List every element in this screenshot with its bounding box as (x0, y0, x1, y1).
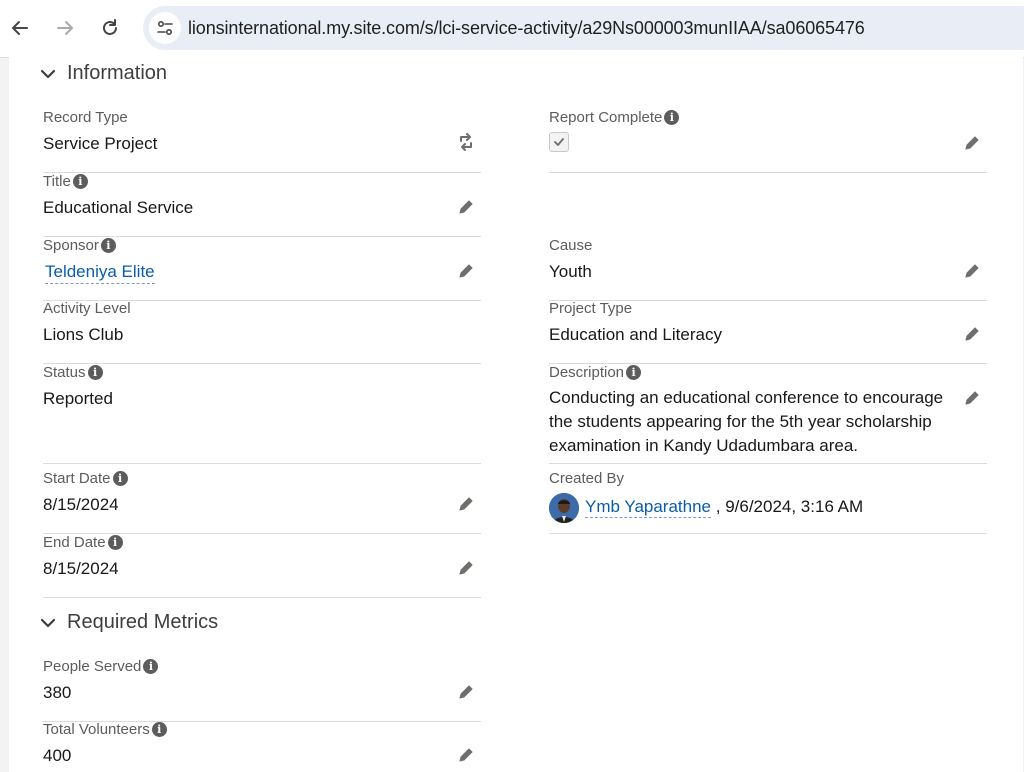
created-by-timestamp: 9/6/2024, 3:16 AM (725, 497, 864, 516)
forward-arrow-icon (57, 21, 73, 35)
created-by-separator: , (711, 497, 726, 516)
pencil-edit-icon[interactable] (963, 134, 981, 152)
field-label-text: Report Complete (549, 109, 663, 126)
field-project-type: Project Type Education and Literacy (549, 300, 987, 364)
field-label: Total Volunteers i (43, 721, 167, 738)
field-label: Project Type (549, 300, 633, 317)
pencil-edit-icon[interactable] (457, 495, 475, 513)
field-value: Service Project (43, 134, 158, 153)
field-description: Description i Conducting an educational c… (549, 364, 987, 464)
field-value: 380 (43, 683, 72, 702)
field-value: Educational Service (43, 198, 194, 217)
field-people-served: People Served i 380 (43, 658, 481, 722)
field-label-text: Total Volunteers (43, 721, 150, 738)
chevron-down-icon (40, 69, 56, 78)
field-record-type: Record Type Service Project (43, 109, 481, 173)
section-title: Information (67, 62, 168, 84)
information-section-header[interactable]: Information (39, 62, 167, 85)
pencil-edit-icon[interactable] (457, 559, 475, 577)
field-label: Status i (43, 364, 103, 381)
field-end-date: End Date i 8/15/2024 (43, 534, 481, 598)
forward-button[interactable] (48, 11, 82, 45)
field-total-volunteers: Total Volunteers i 400 (43, 721, 481, 771)
pencil-edit-icon[interactable] (963, 389, 981, 407)
field-label-text: Start Date (43, 470, 111, 487)
site-info-button[interactable] (149, 12, 181, 44)
field-title: Title i Educational Service (43, 173, 481, 237)
pencil-edit-icon[interactable] (457, 683, 475, 701)
checkmark-icon (554, 138, 564, 146)
field-status: Status i Reported (43, 364, 481, 464)
field-label-text: Title (43, 173, 71, 190)
avatar[interactable] (549, 493, 579, 523)
field-value: Conducting an educational conference to … (549, 388, 944, 455)
url-text[interactable]: lionsinternational.my.site.com/s/lci-ser… (188, 18, 865, 39)
info-icon[interactable]: i (143, 659, 159, 674)
tune-icon (157, 20, 173, 36)
field-label: Sponsor i (43, 237, 116, 254)
sponsor-link[interactable]: Teldeniya Elite (45, 262, 155, 284)
pencil-edit-icon[interactable] (457, 262, 475, 280)
info-icon[interactable]: i (72, 174, 88, 189)
field-label: End Date i (43, 534, 123, 551)
section-title: Required Metrics (67, 611, 219, 633)
field-value: Reported (43, 389, 113, 408)
pencil-edit-icon[interactable] (457, 746, 475, 764)
field-value: 400 (43, 746, 72, 765)
field-label: Record Type (43, 109, 128, 126)
field-label-text: End Date (43, 534, 106, 551)
browser-toolbar: lionsinternational.my.site.com/s/lci-ser… (0, 0, 1024, 58)
back-arrow-icon (12, 21, 28, 35)
info-icon[interactable]: i (87, 365, 103, 380)
field-sponsor: Sponsor i Teldeniya Elite (43, 237, 481, 301)
report-complete-checkbox (549, 132, 569, 152)
back-button[interactable] (3, 11, 37, 45)
info-icon[interactable]: i (107, 535, 123, 550)
field-label: People Served i (43, 658, 159, 675)
field-value: Education and Literacy (549, 325, 722, 344)
record-detail-panel: Information Record Type Service Project … (9, 57, 1023, 772)
required-metrics-section-header[interactable]: Required Metrics (39, 611, 218, 634)
field-created-by: Created By Ymb Yaparathne , 9/6/2024, 3:… (549, 470, 987, 534)
pencil-edit-icon[interactable] (963, 325, 981, 343)
field-label-text: Sponsor (43, 237, 99, 254)
field-label: Description i (549, 364, 642, 381)
field-cause: Cause Youth (549, 237, 987, 301)
user-avatar-image (549, 493, 579, 523)
field-label: Created By (549, 470, 625, 487)
field-activity-level: Activity Level Lions Club (43, 300, 481, 364)
info-icon[interactable]: i (151, 722, 167, 737)
address-bar[interactable]: lionsinternational.my.site.com/s/lci-ser… (143, 6, 1024, 50)
created-by-row: Ymb Yaparathne , 9/6/2024, 3:16 AM (585, 497, 863, 518)
field-label: Cause (549, 237, 593, 254)
chevron-down-icon (40, 618, 56, 627)
created-by-user-link[interactable]: Ymb Yaparathne (585, 497, 712, 518)
reload-button[interactable] (93, 11, 127, 45)
pencil-edit-icon[interactable] (457, 198, 475, 216)
field-label: Activity Level (43, 300, 131, 317)
field-label-text: Status (43, 364, 86, 381)
field-value: 8/15/2024 (43, 495, 119, 514)
field-label-text: Description (549, 364, 625, 381)
field-label: Start Date i (43, 470, 128, 487)
info-icon[interactable]: i (112, 471, 128, 486)
pencil-edit-icon[interactable] (963, 262, 981, 280)
field-start-date: Start Date i 8/15/2024 (43, 470, 481, 534)
field-label: Title i (43, 173, 88, 190)
info-icon[interactable]: i (100, 238, 116, 253)
field-label-text: People Served (43, 658, 142, 675)
field-value: Youth (549, 262, 592, 281)
field-value: Lions Club (43, 325, 124, 344)
info-icon[interactable]: i (626, 365, 642, 380)
reload-icon (103, 19, 117, 35)
info-icon[interactable]: i (664, 110, 680, 125)
field-report-complete: Report Complete i (549, 109, 987, 173)
change-record-type-icon[interactable] (457, 133, 475, 151)
field-label: Report Complete i (549, 109, 680, 126)
field-value: 8/15/2024 (43, 559, 119, 578)
